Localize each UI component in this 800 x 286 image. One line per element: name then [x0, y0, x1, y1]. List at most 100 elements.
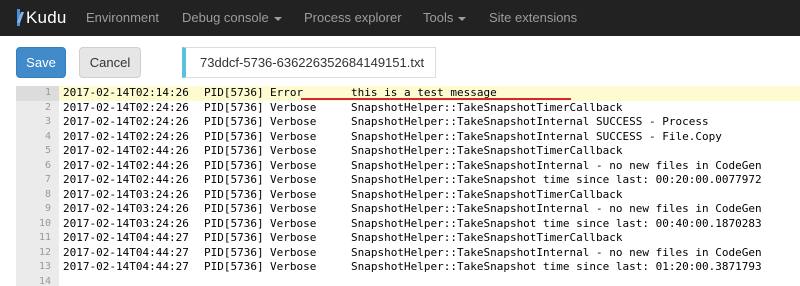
line-number: 13 — [38, 261, 51, 272]
log-message: SnapshotHelper::TakeSnapshotTimerCallbac… — [351, 231, 623, 244]
log-pid: PID[5736] — [204, 187, 264, 201]
log-pid: PID[5736] — [204, 86, 264, 99]
log-timestamp: 2017-02-14T02:24:26 — [63, 100, 189, 114]
log-level: Verbose — [270, 144, 317, 157]
log-timestamp: 2017-02-14T03:24:26 — [63, 187, 189, 201]
file-name-label: 73ddcf-5736-636226352684149151.txt — [182, 47, 436, 78]
log-timestamp: 2017-02-14T02:24:26 — [63, 129, 189, 143]
log-message: SnapshotHelper::TakeSnapshot time since … — [351, 216, 762, 230]
log-level: Verbose — [270, 245, 317, 259]
log-pid: PID[5736] — [204, 202, 264, 215]
log-timestamp: 2017-02-14T02:14:26 — [63, 86, 189, 99]
log-message: SnapshotHelper::TakeSnapshot time since … — [351, 260, 762, 273]
log-timestamp: 2017-02-14T02:24:26 — [63, 115, 189, 128]
log-timestamp: 2017-02-14T02:44:26 — [63, 144, 189, 157]
nav-tools-label: Tools — [423, 10, 454, 25]
log-level: Verbose — [270, 100, 317, 114]
log-pid: PID[5736] — [204, 231, 264, 244]
chevron-down-icon — [458, 16, 467, 21]
log-pid: PID[5736] — [204, 158, 264, 172]
editor-line[interactable]: 6 2017-02-14T02:44:26 PID[5736] Verbose Snap… — [16, 159, 800, 174]
log-level: Verbose — [270, 129, 317, 143]
log-message: SnapshotHelper::TakeSnapshotInternal - n… — [351, 202, 762, 215]
editor-line[interactable]: 3 2017-02-14T02:24:26 PID[5736] Verbose Snap… — [16, 115, 800, 130]
log-timestamp: 2017-02-14T03:24:26 — [63, 202, 189, 215]
line-number: 11 — [38, 232, 51, 243]
log-level: Verbose — [270, 115, 317, 128]
editor-line[interactable]: 8 2017-02-14T03:24:26 PID[5736] Verbose Snap… — [16, 188, 800, 203]
nav-environment-label: Environment — [86, 10, 159, 25]
log-message: SnapshotHelper::TakeSnapshotTimerCallbac… — [351, 144, 623, 157]
nav-process-explorer-label: Process explorer — [304, 10, 402, 25]
line-number: 6 — [44, 159, 51, 171]
log-level: Error — [270, 86, 304, 99]
save-button[interactable]: Save — [16, 47, 66, 78]
cancel-button[interactable]: Cancel — [79, 47, 141, 78]
line-number: 9 — [44, 203, 51, 214]
line-number: 2 — [44, 101, 51, 113]
line-number: 7 — [44, 174, 51, 185]
nav-site-extensions-label: Site extensions — [489, 10, 578, 25]
log-timestamp: 2017-02-14T04:44:27 — [63, 231, 189, 244]
editor-line[interactable]: 5 2017-02-14T02:44:26 PID[5736] Verbose Snap… — [16, 144, 800, 159]
log-pid: PID[5736] — [204, 173, 264, 186]
log-pid: PID[5736] — [204, 260, 264, 273]
log-message: SnapshotHelper::TakeSnapshotTimerCallbac… — [351, 187, 623, 201]
editor-line[interactable]: 14 — [16, 275, 800, 286]
log-pid: PID[5736] — [204, 216, 264, 230]
line-number: 10 — [38, 217, 51, 229]
log-timestamp: 2017-02-14T02:44:26 — [63, 173, 189, 186]
log-timestamp: 2017-02-14T04:44:27 — [63, 245, 189, 259]
editor-line[interactable]: 11 2017-02-14T04:44:27 PID[5736] Verbose Sna… — [16, 231, 800, 246]
log-message: SnapshotHelper::TakeSnapshotInternal SUC… — [351, 115, 709, 128]
line-number: 12 — [38, 246, 51, 258]
log-level: Verbose — [270, 260, 317, 273]
line-number: 8 — [44, 188, 51, 200]
nav-debug-console[interactable]: Debug console — [182, 10, 282, 25]
editor-line[interactable]: 12 2017-02-14T04:44:27 PID[5736] Verbose Sna… — [16, 246, 800, 261]
log-message: SnapshotHelper::TakeSnapshot time since … — [351, 173, 762, 186]
log-message: SnapshotHelper::TakeSnapshotTimerCallbac… — [351, 100, 623, 114]
line-number: 5 — [44, 145, 51, 156]
editor-line[interactable]: 7 2017-02-14T02:44:26 PID[5736] Verbose Snap… — [16, 173, 800, 188]
log-level: Verbose — [270, 231, 317, 244]
log-level: Verbose — [270, 173, 317, 186]
log-timestamp: 2017-02-14T02:44:26 — [63, 158, 189, 172]
nav-site-extensions[interactable]: Site extensions — [489, 10, 577, 25]
log-pid: PID[5736] — [204, 100, 264, 114]
log-timestamp: 2017-02-14T04:44:27 — [63, 260, 189, 273]
nav-tools[interactable]: Tools — [423, 10, 467, 25]
navbar: Kudu Environment Debug console Process e… — [0, 0, 800, 36]
nav-process-explorer[interactable]: Process explorer — [304, 10, 402, 25]
brand-text: Kudu — [26, 8, 67, 27]
line-number: 1 — [16, 86, 59, 101]
log-level: Verbose — [270, 216, 317, 230]
editor-line[interactable]: 10 2017-02-14T03:24:26 PID[5736] Verbose Sna… — [16, 217, 800, 232]
editor-line[interactable]: 4 2017-02-14T02:24:26 PID[5736] Verbose Snap… — [16, 130, 800, 145]
annotation-underline — [301, 98, 571, 100]
line-number: 4 — [44, 130, 51, 142]
kudu-logo-icon — [16, 9, 26, 26]
log-level: Verbose — [270, 187, 317, 201]
editor-line[interactable]: 13 2017-02-14T04:44:27 PID[5736] Verbose Sna… — [16, 260, 800, 275]
editor-line[interactable]: 9 2017-02-14T03:24:26 PID[5736] Verbose Snap… — [16, 202, 800, 217]
log-message: SnapshotHelper::TakeSnapshotInternal SUC… — [351, 129, 722, 143]
editor-toolbar: Save Cancel 73ddcf-5736-6362263526841491… — [0, 36, 800, 86]
log-message: SnapshotHelper::TakeSnapshotInternal - n… — [351, 158, 762, 172]
line-number: 3 — [44, 116, 51, 127]
editor-line[interactable]: 2 2017-02-14T02:24:26 PID[5736] Verbose Snap… — [16, 101, 800, 116]
chevron-down-icon — [273, 16, 282, 21]
kudu-logo[interactable]: Kudu — [16, 8, 67, 28]
line-number: 14 — [38, 275, 51, 286]
log-pid: PID[5736] — [204, 245, 264, 259]
nav-environment[interactable]: Environment — [86, 10, 159, 25]
log-pid: PID[5736] — [204, 129, 264, 143]
nav-debug-console-label: Debug console — [182, 10, 269, 25]
log-timestamp: 2017-02-14T03:24:26 — [63, 216, 189, 230]
log-editor[interactable]: 1 2017-02-14T02:14:26 PID[5736] Error this i… — [16, 86, 800, 286]
log-pid: PID[5736] — [204, 115, 264, 128]
log-level: Verbose — [270, 158, 317, 172]
log-pid: PID[5736] — [204, 144, 264, 157]
log-message: SnapshotHelper::TakeSnapshotInternal - n… — [351, 245, 762, 259]
log-level: Verbose — [270, 202, 317, 215]
